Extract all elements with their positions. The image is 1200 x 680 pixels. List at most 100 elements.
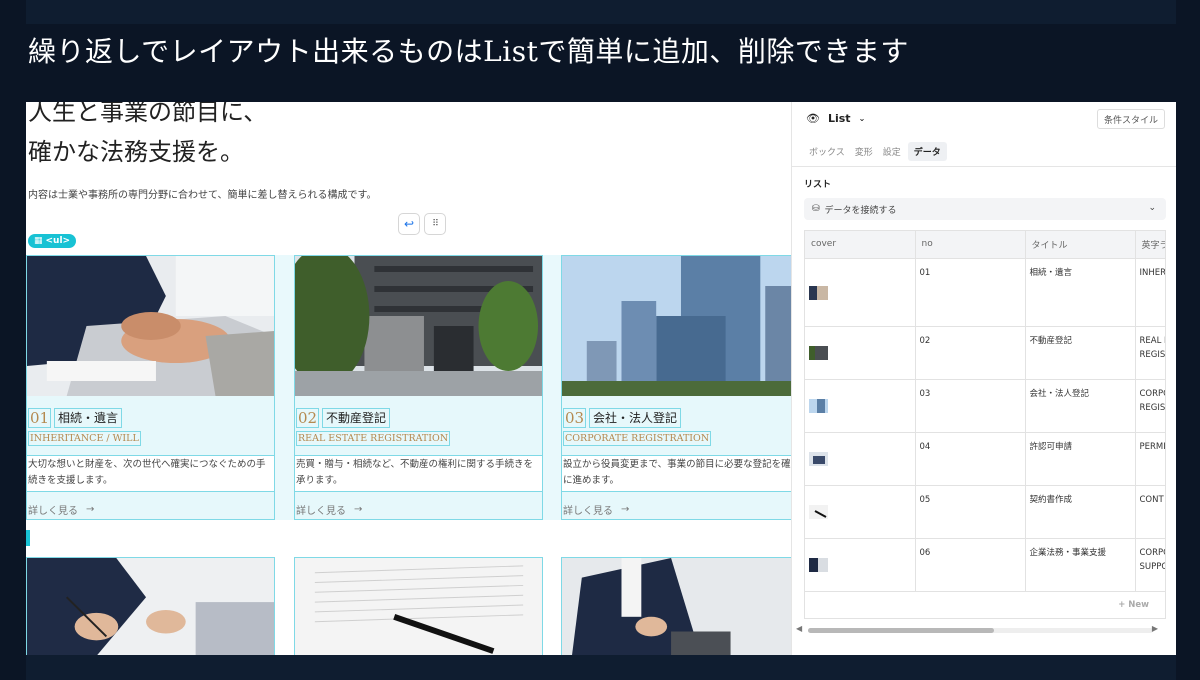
table-row[interactable]: 05 契約書作成 CONT xyxy=(805,485,1165,539)
hero-description: 内容は士業や事務所の専門分野に合わせて、簡単に差し替えられる構成です。 xyxy=(28,190,377,201)
card-description: 設立から役員変更まで、事業の節目に必要な登記を確に進めます。 xyxy=(562,455,791,492)
title-cell[interactable]: 会社・法人登記 xyxy=(1025,379,1136,433)
return-icon[interactable]: ↩ xyxy=(398,213,420,235)
properties-panel: 👁 List ⌄ 条件スタイル ボックス 変形 設定 データ リスト ⛁ データ… xyxy=(791,102,1176,655)
tab-transform[interactable]: 変形 xyxy=(852,142,876,161)
no-cell[interactable]: 05 xyxy=(915,485,1026,539)
scroll-thumb[interactable] xyxy=(808,628,994,633)
divider xyxy=(792,166,1176,167)
english-cell-line: CONT xyxy=(1139,494,1164,505)
conditional-style-button[interactable]: 条件スタイル xyxy=(1096,109,1165,129)
card-photo-signing xyxy=(27,558,274,655)
editor-canvas[interactable]: 人生と事業の節目に、 確かな法務支援を。 内容は士業や事務所の専門分野に合わせて… xyxy=(26,102,791,655)
caption: 繰り返しでレイアウト出来るものはListで簡単に追加、削除できます xyxy=(28,35,909,68)
no-cell[interactable]: 01 xyxy=(915,258,1026,327)
english-cell[interactable]: CORPO REGIST xyxy=(1135,379,1165,433)
cover-thumbnail xyxy=(809,451,828,466)
ul-element-tag[interactable]: ▦ <ul> xyxy=(28,234,77,248)
data-table[interactable]: cover no タイトル 英字ラ 01 相続・遺言 INHER 02 不動産登… xyxy=(804,230,1166,619)
card-more-link[interactable]: 詳しく見る → xyxy=(563,502,629,517)
card-title: 会社・法人登記 xyxy=(589,408,682,428)
arrow-right-icon: → xyxy=(621,504,630,515)
english-cell[interactable]: CORPO SUPPO xyxy=(1135,538,1166,592)
english-cell-line: CORPO xyxy=(1139,547,1166,558)
title-cell[interactable]: 企業法務・事業支援 xyxy=(1025,538,1136,592)
tab-data[interactable]: データ xyxy=(907,142,947,161)
card-photo-handshake xyxy=(27,256,274,396)
card-english-label: REAL ESTATE REGISTRATION xyxy=(296,431,451,446)
hero-title-line2: 確かな法務支援を。 xyxy=(28,138,244,166)
list-item[interactable] xyxy=(561,557,791,655)
cover-thumbnail xyxy=(809,345,828,360)
table-row[interactable]: 02 不動産登記 REAL E REGIST xyxy=(805,326,1166,380)
english-cell-line: INHER xyxy=(1139,267,1166,278)
column-header[interactable]: cover xyxy=(805,231,916,259)
section-label-list: リスト xyxy=(804,180,832,190)
scroll-left-icon[interactable]: ◀ xyxy=(796,624,802,633)
card-description: 大切な想いと財産を、次の世代へ確実につなぐための手続きを支援します。 xyxy=(27,455,274,492)
list-item[interactable] xyxy=(26,557,275,655)
column-header[interactable]: no xyxy=(915,231,1026,259)
column-header[interactable]: タイトル xyxy=(1025,231,1136,259)
top-strip xyxy=(26,0,1176,24)
component-header[interactable]: 👁 List ⌄ xyxy=(806,112,865,125)
table-row[interactable]: 01 相続・遺言 INHER xyxy=(805,258,1166,327)
tab-box[interactable]: ボックス xyxy=(806,142,848,161)
card-number: 01 xyxy=(28,408,52,428)
bottom-strip xyxy=(26,655,1176,680)
component-name: List xyxy=(827,112,851,125)
arrow-right-icon: → xyxy=(354,504,363,515)
card-photo-tablet xyxy=(562,558,791,655)
card-english-label: INHERITANCE / WILL xyxy=(28,431,141,446)
english-cell[interactable]: PERMI xyxy=(1135,432,1165,486)
eye-icon[interactable]: 👁 xyxy=(806,112,820,125)
no-cell[interactable]: 06 xyxy=(915,538,1026,592)
title-cell[interactable]: 相続・遺言 xyxy=(1025,258,1136,327)
english-cell[interactable]: REAL E REGIST xyxy=(1135,326,1166,380)
list-item[interactable] xyxy=(294,557,543,655)
list-item[interactable]: 03 会社・法人登記 CORPORATE REGISTRATION 設立から役員… xyxy=(561,255,791,520)
no-cell[interactable]: 02 xyxy=(915,326,1026,380)
more-link-label: 詳しく見る xyxy=(563,506,613,517)
title-cell[interactable]: 不動産登記 xyxy=(1025,326,1136,380)
grip-icon[interactable]: ⠿ xyxy=(424,213,446,235)
list-resize-handle[interactable] xyxy=(26,530,30,546)
card-description: 売買・贈与・相続など、不動産の権利に関する手続きを承ります。 xyxy=(295,455,542,492)
card-title: 相続・遺言 xyxy=(54,408,123,428)
table-row[interactable]: 06 企業法務・事業支援 CORPO SUPPO xyxy=(805,538,1166,592)
table-row[interactable]: 03 会社・法人登記 CORPO REGIST xyxy=(805,379,1165,433)
card-more-link[interactable]: 詳しく見る → xyxy=(296,502,362,517)
chevron-down-icon: ⌄ xyxy=(1148,203,1156,213)
list-item[interactable]: 01 相続・遺言 INHERITANCE / WILL 大切な想いと財産を、次の… xyxy=(26,255,275,520)
title-cell[interactable]: 許認可申請 xyxy=(1025,432,1136,486)
add-row-button[interactable]: + New xyxy=(1118,600,1149,610)
card-more-link[interactable]: 詳しく見る → xyxy=(28,502,94,517)
cover-cell[interactable] xyxy=(805,485,916,539)
cover-cell[interactable] xyxy=(805,379,916,433)
cover-cell[interactable] xyxy=(805,258,916,327)
more-link-label: 詳しく見る xyxy=(296,506,346,517)
english-cell[interactable]: CONT xyxy=(1135,485,1165,539)
panel-tabs: ボックス 変形 設定 データ xyxy=(806,142,947,161)
english-cell[interactable]: INHER xyxy=(1135,258,1166,327)
english-cell-line: REGIST xyxy=(1139,349,1166,360)
card-photo-office-towers xyxy=(562,256,791,396)
chevron-down-icon: ⌄ xyxy=(858,114,866,123)
more-link-label: 詳しく見る xyxy=(28,506,78,517)
horizontal-scrollbar[interactable]: ◀ ▶ xyxy=(796,624,1168,636)
tab-settings[interactable]: 設定 xyxy=(880,142,904,161)
column-header[interactable]: 英字ラ xyxy=(1135,231,1165,259)
cover-cell[interactable] xyxy=(805,432,916,486)
list-item[interactable]: 02 不動産登記 REAL ESTATE REGISTRATION 売買・贈与・… xyxy=(294,255,543,520)
table-row[interactable]: 04 許認可申請 PERMI xyxy=(805,432,1165,486)
cover-cell[interactable] xyxy=(805,538,916,592)
no-cell[interactable]: 03 xyxy=(915,379,1026,433)
cover-cell[interactable] xyxy=(805,326,916,380)
card-photo-building xyxy=(295,256,542,396)
cover-thumbnail xyxy=(809,285,828,300)
no-cell[interactable]: 04 xyxy=(915,432,1026,486)
scroll-right-icon[interactable]: ▶ xyxy=(1152,624,1158,633)
title-cell[interactable]: 契約書作成 xyxy=(1025,485,1136,539)
card-photo-contract xyxy=(295,558,542,655)
connect-data-dropdown[interactable]: ⛁ データを接続する ⌄ xyxy=(804,198,1166,220)
